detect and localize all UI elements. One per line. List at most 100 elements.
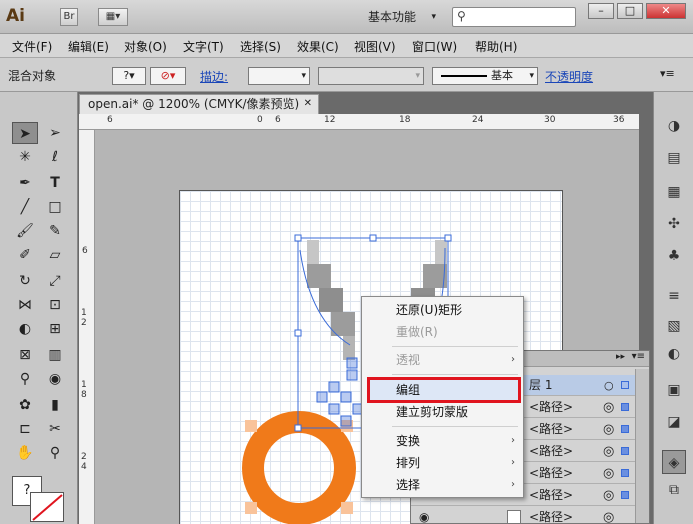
layers-panel-icon[interactable]: ◈ — [662, 450, 686, 474]
minimize-button[interactable]: – — [588, 3, 614, 19]
target-icon[interactable]: ◎ — [603, 419, 614, 440]
target-icon[interactable]: ◎ — [603, 485, 614, 506]
layer-name: 层 1 — [529, 378, 553, 392]
chevron-down-icon: ▾ — [431, 12, 436, 22]
blend-tool-icon[interactable]: ◉ — [42, 368, 68, 390]
ruler-tick-label: 6 — [107, 115, 113, 125]
ruler-tick-label: 12 — [324, 115, 336, 125]
selection-indicator-icon[interactable] — [621, 447, 629, 455]
rotate-tool-icon[interactable]: ↻ — [12, 270, 38, 292]
symbols-panel-icon[interactable]: ♣ — [662, 244, 686, 268]
search-input[interactable]: ⚲ — [452, 7, 576, 27]
stroke-label[interactable]: 描边: — [200, 68, 228, 85]
selection-indicator-icon[interactable] — [621, 403, 629, 411]
menu-item-select[interactable]: 选择 › — [362, 474, 523, 496]
lasso-tool-icon[interactable]: ℓ — [42, 146, 68, 168]
type-tool-icon[interactable]: T — [42, 172, 68, 194]
pen-tool-icon[interactable]: ✒ — [12, 172, 38, 194]
transparency-panel-icon[interactable]: ◐ — [662, 342, 686, 366]
hand-tool-icon[interactable]: ✋ — [12, 442, 38, 464]
direct-selection-tool-icon[interactable]: ➢ — [42, 122, 68, 144]
shape-builder-tool-icon[interactable]: ◐ — [12, 318, 38, 340]
selection-tool-icon[interactable]: ➤ — [12, 122, 38, 144]
menu-item-group[interactable]: 编组 — [362, 379, 523, 401]
stroke-color-icon[interactable] — [30, 492, 64, 522]
workspace-switcher[interactable]: 基本功能 ▾ — [360, 7, 442, 27]
selection-indicator-icon[interactable] — [621, 491, 629, 499]
menu-type[interactable]: 文字(T) — [183, 38, 224, 55]
brush-style-dropdown[interactable]: 基本 ▾ — [432, 67, 538, 85]
fill-swatch[interactable]: ?▾ — [112, 67, 146, 85]
blob-brush-tool-icon[interactable]: ✐ — [12, 244, 38, 266]
collapse-icon[interactable]: ▸▸ — [616, 352, 625, 362]
symbol-sprayer-tool-icon[interactable]: ✿ — [12, 394, 38, 416]
layers-scrollbar[interactable] — [635, 369, 649, 523]
artboard-tool-icon[interactable]: ⊏ — [12, 418, 38, 440]
visibility-eye-icon[interactable]: ◉ — [419, 507, 429, 524]
selection-type-label: 混合对象 — [8, 69, 57, 83]
gradient-panel-icon[interactable]: ▧ — [662, 314, 686, 338]
menu-help[interactable]: 帮助(H) — [475, 38, 517, 55]
appearance-panel-icon[interactable]: ▣ — [662, 378, 686, 402]
sublayer-row[interactable]: ◉ <路径> ◎ — [411, 507, 649, 524]
target-icon[interactable]: ○ — [604, 375, 614, 396]
column-graph-tool-icon[interactable]: ▮ — [42, 394, 68, 416]
free-transform-tool-icon[interactable]: ⊡ — [42, 294, 68, 316]
maximize-button[interactable]: □ — [617, 3, 643, 19]
bridge-button[interactable]: Br — [60, 8, 78, 26]
ruler-tick-label: 0 — [257, 115, 263, 125]
menu-window[interactable]: 窗口(W) — [412, 38, 457, 55]
target-icon[interactable]: ◎ — [603, 463, 614, 484]
stroke-weight-field[interactable]: ▾ — [248, 67, 310, 85]
arrange-documents-button[interactable]: ▦▾ — [98, 8, 128, 26]
menu-edit[interactable]: 编辑(E) — [68, 38, 109, 55]
perspective-grid-tool-icon[interactable]: ⊞ — [42, 318, 68, 340]
swatches-panel-icon[interactable]: ▦ — [662, 180, 686, 204]
target-icon[interactable]: ◎ — [603, 441, 614, 462]
mesh-tool-icon[interactable]: ⊠ — [12, 344, 38, 366]
close-tab-icon[interactable]: ✕ — [304, 95, 312, 113]
brushes-panel-icon[interactable]: ✣ — [662, 212, 686, 236]
color-guide-icon[interactable]: ▤ — [662, 146, 686, 170]
variable-width-dropdown[interactable]: ▾ — [318, 67, 424, 85]
color-panel-icon[interactable]: ◑ — [662, 114, 686, 138]
slice-tool-icon[interactable]: ✂ — [42, 418, 68, 440]
menu-item-arrange[interactable]: 排列 › — [362, 452, 523, 474]
ruler-tick-label: 1 2 — [81, 308, 87, 328]
scale-tool-icon[interactable]: ⤢ — [42, 270, 68, 292]
vertical-ruler: 6 1 2 1 8 2 4 — [79, 130, 95, 524]
close-button[interactable]: ✕ — [646, 3, 686, 19]
gradient-tool-icon[interactable]: ▥ — [42, 344, 68, 366]
magic-wand-tool-icon[interactable]: ✳ — [12, 146, 38, 168]
opacity-label[interactable]: 不透明度 — [545, 68, 593, 85]
width-tool-icon[interactable]: ⋈ — [12, 294, 38, 316]
selection-indicator-icon[interactable] — [621, 425, 629, 433]
menu-view[interactable]: 视图(V) — [354, 38, 396, 55]
menu-file[interactable]: 文件(F) — [12, 38, 52, 55]
target-icon[interactable]: ◎ — [603, 397, 614, 418]
artboards-panel-icon[interactable]: ⧉ — [662, 478, 686, 502]
menu-item-make-clipping-mask[interactable]: 建立剪切蒙版 — [362, 401, 523, 423]
menu-select[interactable]: 选择(S) — [240, 38, 281, 55]
pencil-tool-icon[interactable]: ✎ — [42, 220, 68, 242]
panel-menu-icon[interactable]: ▾≡ — [632, 351, 645, 362]
line-tool-icon[interactable]: ╱ — [12, 196, 38, 218]
panel-menu-icon[interactable]: ▾≡ — [660, 67, 675, 80]
zoom-tool-icon[interactable]: ⚲ — [42, 442, 68, 464]
menu-object[interactable]: 对象(O) — [124, 38, 167, 55]
menu-effect[interactable]: 效果(C) — [297, 38, 339, 55]
stroke-panel-icon[interactable]: ≡ — [662, 284, 686, 308]
target-icon[interactable]: ◎ — [603, 507, 614, 524]
graphic-styles-panel-icon[interactable]: ◪ — [662, 410, 686, 434]
eyedropper-tool-icon[interactable]: ⚲ — [12, 368, 38, 390]
selection-indicator-icon[interactable] — [621, 381, 629, 389]
paintbrush-tool-icon[interactable]: 🖌 — [12, 220, 38, 242]
selection-indicator-icon[interactable] — [621, 469, 629, 477]
menu-item-transform[interactable]: 变换 › — [362, 430, 523, 452]
menu-item-undo[interactable]: 还原(U)矩形 — [362, 299, 523, 321]
rectangle-tool-icon[interactable]: □ — [42, 196, 68, 218]
document-tab[interactable]: open.ai* @ 1200% (CMYK/像素预览) ✕ — [79, 94, 319, 114]
stroke-swatch[interactable]: ⊘▾ — [150, 67, 186, 85]
search-icon: ⚲ — [457, 9, 466, 23]
eraser-tool-icon[interactable]: ▱ — [42, 244, 68, 266]
